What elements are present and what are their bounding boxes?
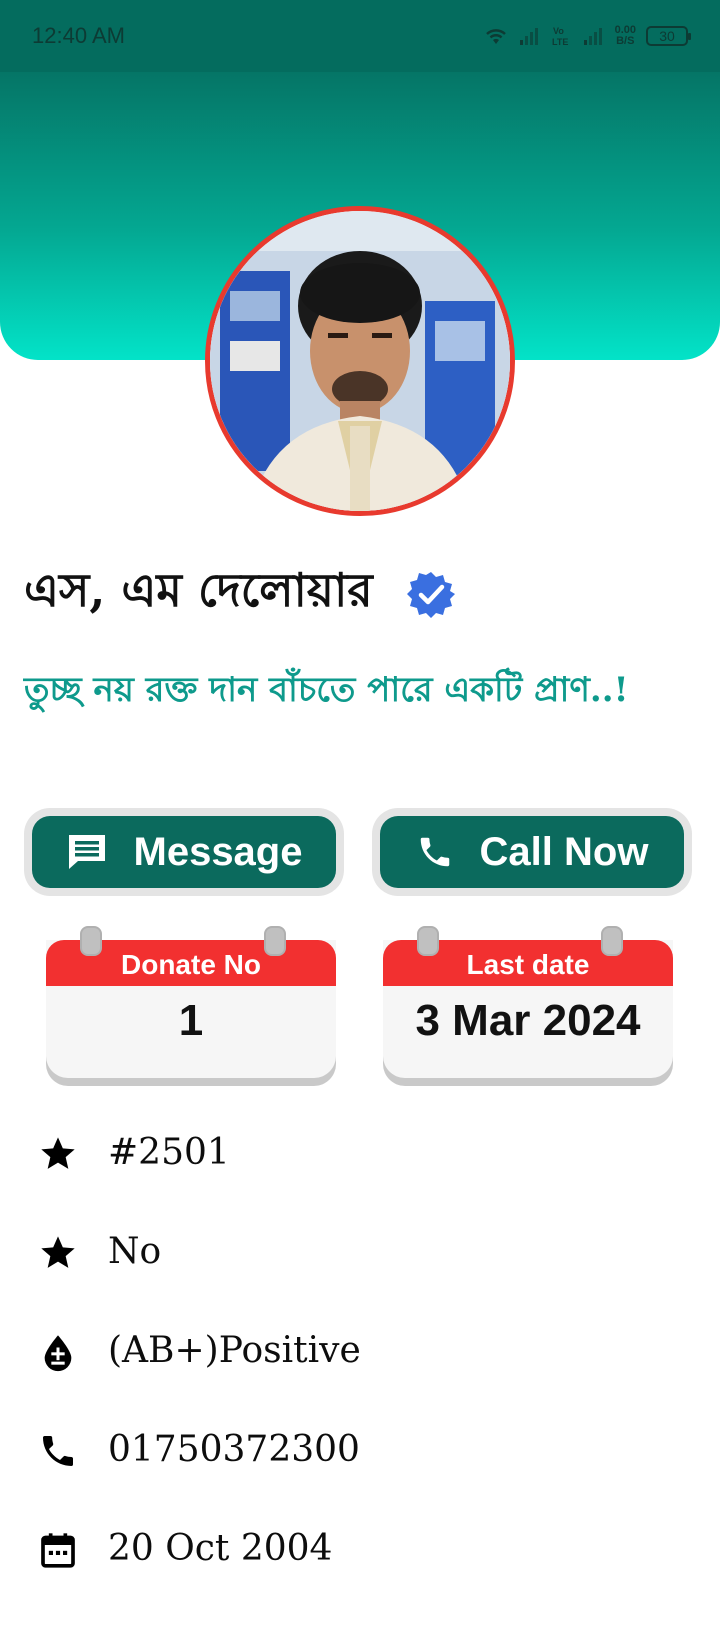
last-date-card: Last date 3 Mar 2024: [383, 926, 673, 1086]
verified-badge-icon: [406, 570, 455, 618]
status-time: 12:40 AM: [32, 23, 125, 48]
profile-quote: তুচ্ছ নয় রক্ত দান বাঁচতে পারে একটি প্রা…: [24, 670, 629, 710]
calendar-ring-icon: [80, 926, 102, 956]
message-button[interactable]: Message: [32, 816, 336, 888]
profile-name-row: এস, এম দেলোয়ার: [24, 556, 455, 632]
detail-text: No: [108, 1231, 162, 1272]
detail-row-id: #2501: [36, 1130, 686, 1229]
call-now-button[interactable]: Call Now: [380, 816, 684, 888]
detail-row-blood-group: (AB+)Positive: [36, 1328, 686, 1427]
blood-drop-icon: [36, 1330, 80, 1374]
last-date-value: 3 Mar 2024: [415, 996, 641, 1045]
detail-row-phone[interactable]: 01750372300: [36, 1427, 686, 1526]
calendar-ring-icon: [417, 926, 439, 956]
star-icon: [36, 1231, 80, 1275]
detail-text: 20 Oct 2004: [108, 1528, 333, 1569]
message-button-label: Message: [133, 829, 303, 874]
detail-text: #2501: [108, 1132, 230, 1173]
detail-text: (AB+)Positive: [108, 1330, 361, 1371]
calendar-ring-icon: [264, 926, 286, 956]
profile-details: #2501 No (AB+)Positive 01750372300 20 Oc…: [36, 1130, 686, 1625]
net-speed-unit: B/S: [616, 35, 635, 47]
profile-name: এস, এম দেলোয়ার: [24, 563, 373, 617]
detail-row-status: No: [36, 1229, 686, 1328]
donate-count-card: Donate No 1: [46, 926, 336, 1086]
call-now-button-label: Call Now: [479, 829, 649, 874]
phone-icon: [420, 837, 449, 867]
donate-count-value: 1: [178, 996, 204, 1045]
svg-text:LTE: LTE: [552, 37, 568, 47]
message-button-frame: Message: [24, 808, 344, 896]
call-button-frame: Call Now: [372, 808, 692, 896]
message-icon: [68, 835, 105, 869]
detail-row-birthdate: 20 Oct 2004: [36, 1526, 686, 1625]
svg-text:Vo: Vo: [553, 26, 564, 36]
status-icons: Vo LTE 0.00 B/S 30: [483, 25, 691, 47]
avatar-photo: [210, 211, 510, 511]
status-bar: 12:40 AM Vo LTE 0.00 B/S 30: [0, 0, 720, 72]
net-speed: 0.00 B/S: [615, 25, 636, 47]
calendar-icon: [36, 1528, 80, 1572]
volte-icon: Vo LTE: [551, 25, 573, 47]
signal-icon: [583, 26, 605, 46]
battery-icon: 30: [646, 26, 691, 46]
calendar-ring-icon: [601, 926, 623, 956]
detail-text: 01750372300: [108, 1429, 360, 1470]
phone-icon: [36, 1429, 80, 1473]
wifi-icon: [483, 26, 509, 46]
avatar[interactable]: [205, 206, 515, 516]
signal-icon: [519, 26, 541, 46]
star-icon: [36, 1132, 80, 1176]
